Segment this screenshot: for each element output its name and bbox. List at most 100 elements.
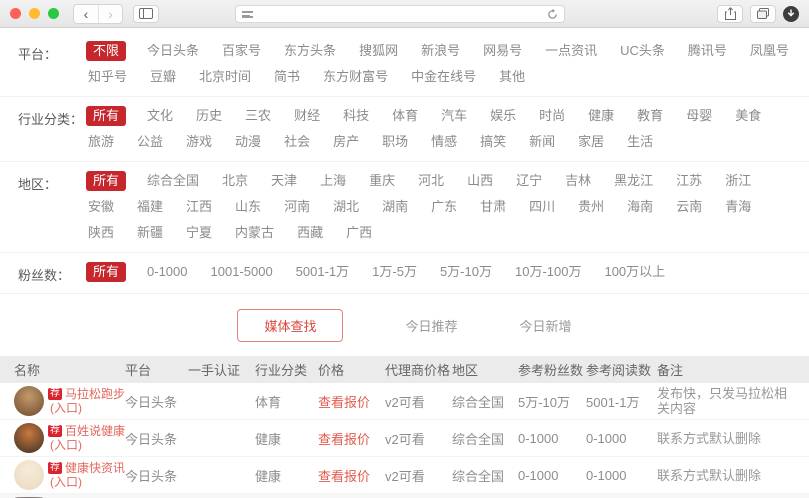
filter-option[interactable]: 福建 [135,197,165,217]
filter-option-selected[interactable]: 所有 [86,262,126,282]
downloads-button[interactable] [783,6,799,22]
filter-option[interactable]: 1001-5000 [209,262,275,282]
filter-option[interactable]: 时尚 [537,106,567,126]
filter-option[interactable]: 社会 [282,132,312,152]
filter-option[interactable]: 上海 [318,171,348,191]
reader-view-icon[interactable] [242,11,253,18]
filter-option[interactable]: 新疆 [135,223,165,243]
filter-option[interactable]: 生活 [625,132,655,152]
filter-option[interactable]: 天津 [269,171,299,191]
filter-option[interactable]: 综合全国 [145,171,201,191]
filter-option[interactable]: 宁夏 [184,223,214,243]
sidebar-toggle-button[interactable] [133,5,159,23]
filter-option[interactable]: 新闻 [527,132,557,152]
table-row[interactable]: 荐马拉松跑步(入口)今日头条体育查看报价v2可看综合全国5万-10万5001-1… [0,383,809,420]
tab-overview-button[interactable] [750,5,776,23]
filter-option[interactable]: 三农 [243,106,273,126]
filter-option[interactable]: 贵州 [576,197,606,217]
filter-option[interactable]: 100万以上 [602,262,667,282]
filter-option[interactable]: 安徽 [86,197,116,217]
filter-option[interactable]: 1万-5万 [370,262,419,282]
filter-option[interactable]: 广东 [429,197,459,217]
filter-option[interactable]: 北京时间 [197,67,253,87]
filter-option[interactable]: 陕西 [86,223,116,243]
filter-option[interactable]: 文化 [145,106,175,126]
filter-option[interactable]: UC头条 [618,41,667,61]
price-link[interactable]: 查看报价 [318,466,385,485]
filter-option[interactable]: 搞笑 [478,132,508,152]
table-row[interactable]: 荐健康快资讯(入口)今日头条健康查看报价v2可看综合全国0-10000-1000… [0,457,809,494]
filter-option-selected[interactable]: 所有 [86,171,126,191]
filter-option[interactable]: 江西 [184,197,214,217]
filter-option[interactable]: 湖南 [380,197,410,217]
filter-option[interactable]: 江苏 [674,171,704,191]
filter-option[interactable]: 家居 [576,132,606,152]
filter-option[interactable]: 河南 [282,197,312,217]
filter-option[interactable]: 内蒙古 [233,223,276,243]
filter-option[interactable]: 旅游 [86,132,116,152]
filter-option[interactable]: 网易号 [481,41,524,61]
filter-option[interactable]: 百家号 [220,41,263,61]
entry-link[interactable]: (入口) [48,402,125,415]
filter-option[interactable]: 东方财富号 [321,67,390,87]
back-button[interactable]: ‹ [74,5,98,23]
filter-option[interactable]: 娱乐 [488,106,518,126]
zoom-window-button[interactable] [48,8,59,19]
filter-option[interactable]: 重庆 [367,171,397,191]
filter-option[interactable]: 吉林 [563,171,593,191]
filter-option[interactable]: 今日头条 [145,41,201,61]
media-name-link[interactable]: 健康快资讯 [65,462,125,475]
filter-option[interactable]: 东方头条 [282,41,338,61]
filter-option[interactable]: 动漫 [233,132,263,152]
filter-option[interactable]: 青海 [723,197,753,217]
filter-option[interactable]: 房产 [331,132,361,152]
share-button[interactable] [717,5,743,23]
minimize-window-button[interactable] [29,8,40,19]
filter-option[interactable]: 公益 [135,132,165,152]
filter-option[interactable]: 历史 [194,106,224,126]
address-bar[interactable] [235,5,565,23]
tab-media-search[interactable]: 媒体查找 [237,309,343,342]
filter-option[interactable]: 5万-10万 [438,262,494,282]
filter-option[interactable]: 汽车 [439,106,469,126]
filter-option[interactable]: 游戏 [184,132,214,152]
price-link[interactable]: 查看报价 [318,392,385,411]
filter-option[interactable]: 云南 [674,197,704,217]
filter-option[interactable]: 豆瓣 [148,67,178,87]
filter-option[interactable]: 西藏 [295,223,325,243]
filter-option[interactable]: 海南 [625,197,655,217]
filter-option[interactable]: 知乎号 [86,67,129,87]
filter-option[interactable]: 财经 [292,106,322,126]
filter-option[interactable]: 体育 [390,106,420,126]
filter-option[interactable]: 黑龙江 [612,171,655,191]
tab-today-new[interactable]: 今日新增 [520,316,572,335]
forward-button[interactable]: › [98,5,122,23]
close-window-button[interactable] [10,8,21,19]
filter-option[interactable]: 一点资讯 [543,41,599,61]
filter-option[interactable]: 甘肃 [478,197,508,217]
filter-option[interactable]: 职场 [380,132,410,152]
filter-option[interactable]: 教育 [635,106,665,126]
table-row[interactable]: 荐瓜美媒(入口)今日头条时尚查看报价v2可看综合全国0-10000-1000联系… [0,494,809,498]
filter-option[interactable]: 凤凰号 [748,41,791,61]
filter-option[interactable]: 辽宁 [514,171,544,191]
filter-option[interactable]: 山东 [233,197,263,217]
media-name-link[interactable]: 百姓说健康 [65,425,125,438]
filter-option[interactable]: 简书 [272,67,302,87]
filter-option[interactable]: 10万-100万 [513,262,583,282]
filter-option[interactable]: 搜狐网 [357,41,400,61]
filter-option[interactable]: 美食 [733,106,763,126]
filter-option[interactable]: 母婴 [684,106,714,126]
price-link[interactable]: 查看报价 [318,429,385,448]
filter-option[interactable]: 湖北 [331,197,361,217]
filter-option[interactable]: 5001-1万 [294,262,351,282]
table-row[interactable]: 荐百姓说健康(入口)今日头条健康查看报价v2可看综合全国0-10000-1000… [0,420,809,457]
filter-option[interactable]: 浙江 [723,171,753,191]
filter-option[interactable]: 其他 [497,67,527,87]
entry-link[interactable]: (入口) [48,476,125,489]
filter-option-selected[interactable]: 不限 [86,41,126,61]
filter-option[interactable]: 广西 [344,223,374,243]
filter-option[interactable]: 0-1000 [145,262,189,282]
filter-option[interactable]: 科技 [341,106,371,126]
tab-today-recommend[interactable]: 今日推荐 [405,316,457,335]
